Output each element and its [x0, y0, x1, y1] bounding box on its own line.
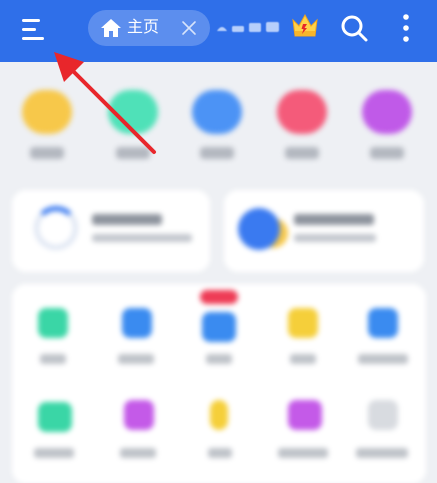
menu-icon-line-3: [22, 37, 44, 40]
menu-icon-line-2: [22, 28, 36, 31]
category-label-3: [200, 147, 234, 159]
category-label-4: [285, 147, 319, 159]
home-icon: [101, 19, 121, 37]
close-icon[interactable]: [180, 19, 198, 37]
menu-button[interactable]: [18, 14, 50, 46]
category-icon-1[interactable]: [22, 90, 72, 134]
tool-icon-3[interactable]: [202, 312, 236, 342]
category-icon-5[interactable]: [362, 90, 412, 134]
tool-icon-9[interactable]: [288, 400, 322, 430]
tool-label-2: [118, 354, 154, 364]
tool-label-8: [208, 448, 232, 458]
storage-ring-icon: [34, 206, 78, 250]
tool-icon-6[interactable]: [38, 402, 72, 432]
tools-panel: [12, 284, 426, 483]
analysis-title-bar: [294, 214, 374, 225]
analysis-sub-bar: [294, 234, 376, 242]
category-label-5: [370, 147, 404, 159]
category-icon-2[interactable]: [108, 90, 158, 134]
tool-label-3: [206, 354, 232, 364]
category-label-2: [116, 147, 150, 159]
more-vertical-icon[interactable]: [396, 12, 416, 44]
tool-label-9: [278, 448, 328, 458]
category-icon-3[interactable]: [192, 90, 242, 134]
tool-label-5: [358, 354, 408, 364]
tool-icon-10[interactable]: [368, 400, 398, 430]
storage-sub-bar: [92, 234, 192, 242]
tool-icon-8[interactable]: [210, 400, 228, 430]
category-icon-4[interactable]: [277, 90, 327, 134]
home-tab-label: 主页: [127, 19, 160, 36]
storage-card-left[interactable]: [12, 190, 210, 272]
menu-icon-line-1: [22, 19, 40, 22]
tool-icon-1[interactable]: [38, 308, 68, 338]
hot-badge: [200, 290, 238, 304]
home-tab[interactable]: 主页: [88, 10, 210, 46]
crown-icon[interactable]: [291, 12, 319, 38]
tool-label-6: [34, 448, 74, 458]
tool-icon-5[interactable]: [368, 308, 398, 338]
top-bar: 主页: [0, 0, 437, 62]
storage-card-right[interactable]: [224, 190, 424, 272]
tool-icon-2[interactable]: [122, 308, 152, 338]
search-icon[interactable]: [338, 12, 370, 44]
analysis-icon: [238, 208, 280, 250]
tool-label-7: [120, 448, 156, 458]
status-icons: [217, 22, 279, 32]
tool-icon-7[interactable]: [124, 400, 154, 430]
category-label-1: [30, 147, 64, 159]
tool-label-4: [290, 354, 316, 364]
tool-label-10: [356, 448, 408, 458]
main-content-blurred: [0, 62, 437, 483]
tool-icon-4[interactable]: [288, 308, 318, 338]
storage-title-bar: [92, 214, 162, 225]
tool-label-1: [40, 354, 66, 364]
